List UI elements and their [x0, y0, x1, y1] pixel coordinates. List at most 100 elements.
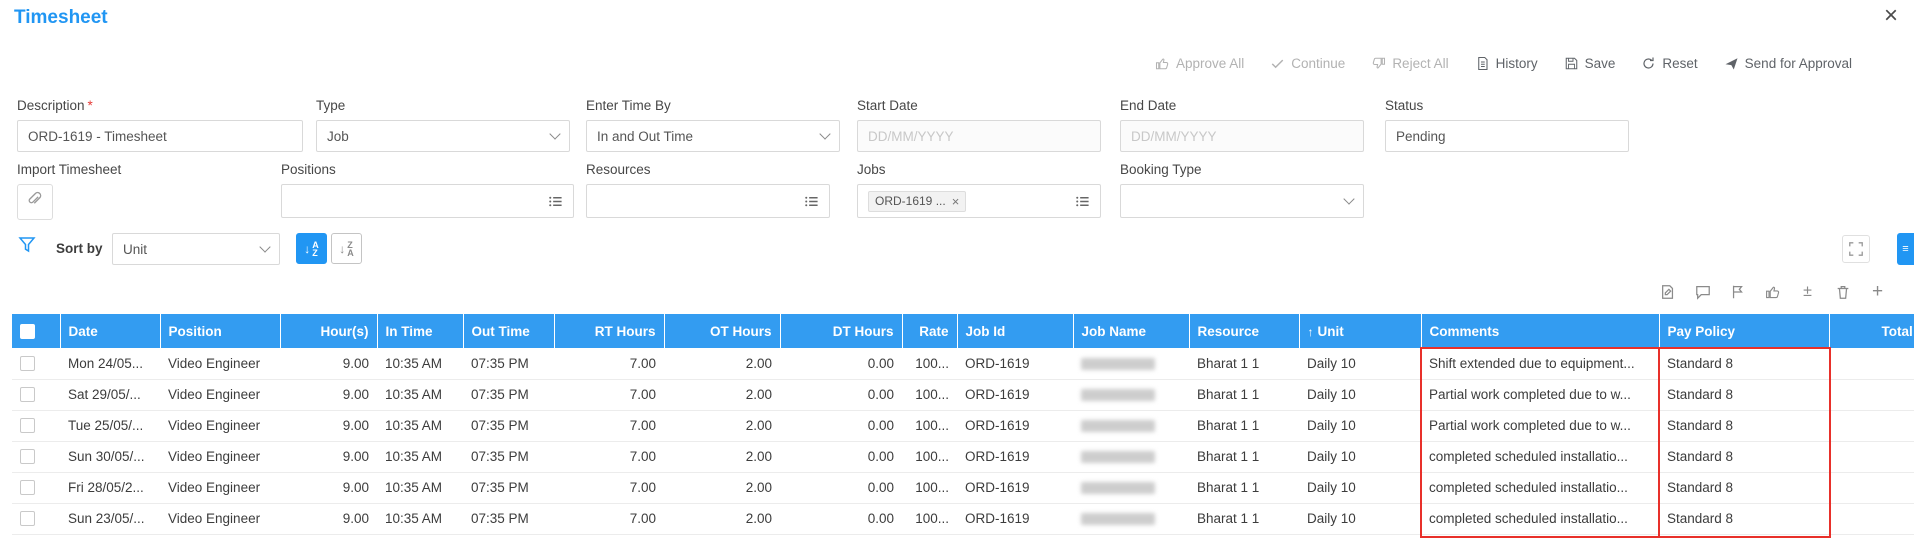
- add-icon[interactable]: +: [1869, 283, 1886, 300]
- row-checkbox[interactable]: [20, 480, 35, 495]
- note-add-icon[interactable]: [1659, 283, 1676, 300]
- cell-resource: Bharat 1 1: [1189, 348, 1299, 379]
- cell-pay-policy: Standard 8: [1659, 348, 1829, 379]
- paperclip-icon: [26, 191, 44, 214]
- approve-all-button[interactable]: Approve All: [1155, 56, 1244, 71]
- cell-unit: Daily 10: [1299, 472, 1421, 503]
- row-checkbox[interactable]: [20, 418, 35, 433]
- cell-ot-hours: 2.00: [664, 503, 780, 534]
- continue-button[interactable]: Continue: [1270, 56, 1345, 71]
- col-header-hours[interactable]: Hour(s): [280, 314, 377, 348]
- cell-position: Video Engineer: [160, 410, 280, 441]
- plus-minus-icon[interactable]: ±: [1799, 283, 1816, 300]
- description-input[interactable]: [17, 120, 303, 152]
- table-header-row: Date Position Hour(s) In Time Out Time R…: [12, 314, 1914, 348]
- row-checkbox[interactable]: [20, 511, 35, 526]
- side-panel-handle[interactable]: ≡: [1897, 233, 1914, 265]
- save-button[interactable]: Save: [1564, 56, 1616, 71]
- start-date-label: Start Date: [857, 98, 1101, 113]
- reject-all-button[interactable]: Reject All: [1371, 56, 1448, 71]
- cell-rate: 100...: [902, 441, 957, 472]
- type-select[interactable]: Job: [316, 120, 570, 152]
- jobs-picker[interactable]: ORD-1619 ... ×: [857, 184, 1101, 218]
- end-date-input[interactable]: [1120, 120, 1364, 152]
- list-picker-icon[interactable]: [548, 194, 563, 209]
- cell-ot-hours: 2.00: [664, 472, 780, 503]
- cell-rt-hours: 7.00: [554, 410, 664, 441]
- cell-date: Fri 28/05/2...: [60, 472, 160, 503]
- col-header-out-time[interactable]: Out Time: [463, 314, 554, 348]
- cell-rt-hours: 7.00: [554, 379, 664, 410]
- enter-time-by-field-group: Enter Time By In and Out Time: [586, 98, 840, 152]
- col-header-position[interactable]: Position: [160, 314, 280, 348]
- col-header-date[interactable]: Date: [60, 314, 160, 348]
- cell-rt-hours: 7.00: [554, 472, 664, 503]
- cell-total: [1829, 441, 1914, 472]
- positions-picker[interactable]: [281, 184, 574, 218]
- list-picker-icon[interactable]: [804, 194, 819, 209]
- col-header-in-time[interactable]: In Time: [377, 314, 463, 348]
- enter-time-by-select[interactable]: In and Out Time: [586, 120, 840, 152]
- comment-icon[interactable]: [1694, 283, 1711, 300]
- row-checkbox[interactable]: [20, 387, 35, 402]
- sort-ascending-icon: ↑: [1308, 325, 1314, 339]
- flag-icon[interactable]: [1729, 283, 1746, 300]
- cell-comments: Shift extended due to equipment...: [1421, 348, 1659, 379]
- jobs-field-group: Jobs ORD-1619 ... ×: [857, 162, 1101, 218]
- delete-icon[interactable]: [1834, 283, 1851, 300]
- cell-rate: 100...: [902, 503, 957, 534]
- cell-out-time: 07:35 PM: [463, 379, 554, 410]
- filter-icon[interactable]: [18, 236, 36, 254]
- job-chip: ORD-1619 ... ×: [868, 191, 966, 212]
- col-header-job-id[interactable]: Job Id: [957, 314, 1073, 348]
- select-all-checkbox[interactable]: [20, 324, 35, 339]
- list-picker-icon[interactable]: [1075, 194, 1090, 209]
- col-header-total[interactable]: Total: [1829, 314, 1914, 348]
- cell-date: Tue 25/05/...: [60, 410, 160, 441]
- col-header-ot-hours[interactable]: OT Hours: [664, 314, 780, 348]
- table-row[interactable]: Fri 28/05/2... Video Engineer 9.00 10:35…: [12, 472, 1914, 503]
- close-icon[interactable]: ×: [1884, 4, 1898, 28]
- cell-pay-policy: Standard 8: [1659, 472, 1829, 503]
- table-row[interactable]: Sat 29/05/... Video Engineer 9.00 10:35 …: [12, 379, 1914, 410]
- sort-desc-button[interactable]: ↓ ZA: [331, 233, 362, 264]
- thumbs-up-icon[interactable]: [1764, 283, 1781, 300]
- send-for-approval-button[interactable]: Send for Approval: [1724, 56, 1852, 71]
- expand-icon[interactable]: [1842, 235, 1870, 263]
- table-row[interactable]: Sun 30/05/... Video Engineer 9.00 10:35 …: [12, 441, 1914, 472]
- resources-picker[interactable]: [586, 184, 830, 218]
- cell-ot-hours: 2.00: [664, 410, 780, 441]
- cell-resource: Bharat 1 1: [1189, 472, 1299, 503]
- sort-asc-button[interactable]: ↓ AZ: [296, 233, 327, 264]
- resources-label: Resources: [586, 162, 830, 177]
- sort-by-select[interactable]: Unit: [112, 233, 280, 265]
- row-checkbox[interactable]: [20, 449, 35, 464]
- cell-pay-policy: Standard 8: [1659, 379, 1829, 410]
- col-header-dt-hours[interactable]: DT Hours: [780, 314, 902, 348]
- chip-remove-icon[interactable]: ×: [952, 194, 960, 209]
- import-timesheet-button[interactable]: [17, 184, 53, 220]
- col-header-resource[interactable]: Resource: [1189, 314, 1299, 348]
- col-header-rate[interactable]: Rate: [902, 314, 957, 348]
- end-date-field-group: End Date: [1120, 98, 1364, 152]
- page-title: Timesheet: [14, 7, 108, 29]
- row-checkbox[interactable]: [20, 356, 35, 371]
- col-header-job-name[interactable]: Job Name: [1073, 314, 1189, 348]
- cell-unit: Daily 10: [1299, 410, 1421, 441]
- history-button[interactable]: History: [1475, 56, 1538, 71]
- resources-field-group: Resources: [586, 162, 830, 218]
- reset-button[interactable]: Reset: [1641, 56, 1697, 71]
- cell-hours: 9.00: [280, 441, 377, 472]
- cell-dt-hours: 0.00: [780, 379, 902, 410]
- cell-comments: completed scheduled installatio...: [1421, 503, 1659, 534]
- start-date-input[interactable]: [857, 120, 1101, 152]
- table-row[interactable]: Sun 23/05/... Video Engineer 9.00 10:35 …: [12, 503, 1914, 534]
- table-row[interactable]: Tue 25/05/... Video Engineer 9.00 10:35 …: [12, 410, 1914, 441]
- table-row[interactable]: Mon 24/05... Video Engineer 9.00 10:35 A…: [12, 348, 1914, 379]
- col-header-unit[interactable]: ↑Unit: [1299, 314, 1421, 348]
- booking-type-label: Booking Type: [1120, 162, 1364, 177]
- col-header-comments[interactable]: Comments: [1421, 314, 1659, 348]
- col-header-rt-hours[interactable]: RT Hours: [554, 314, 664, 348]
- booking-type-select[interactable]: [1120, 184, 1364, 218]
- col-header-pay-policy[interactable]: Pay Policy: [1659, 314, 1829, 348]
